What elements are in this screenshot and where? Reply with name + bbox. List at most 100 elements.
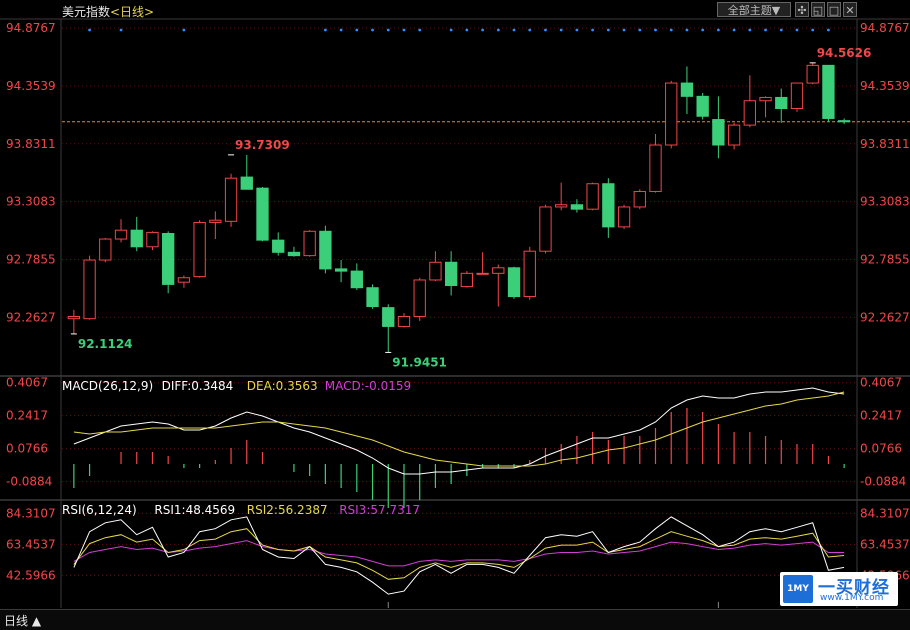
crosshair-icon[interactable]: ✣ [795,2,809,17]
price-y-tick-right: 94.8767 [860,21,910,35]
macd-y-tick-right: 0.2417 [860,409,902,423]
event-marker-dot [764,28,767,32]
candle-body [665,82,678,146]
candle-body [397,315,411,327]
candle-body [837,120,851,123]
candle-body [319,230,332,270]
candle-body [602,183,615,228]
price-y-tick-right: 94.3539 [860,79,910,93]
price-y-tick-left: 94.8767 [6,21,56,35]
candle-body [649,144,662,192]
candle-body [350,270,363,289]
candle-body [460,272,474,288]
macd-y-tick-left: 0.4067 [6,376,48,390]
event-marker-dot [481,28,484,32]
macd-y-tick-left: -0.0884 [6,475,52,489]
watermark-logo-icon: 1MY [783,575,813,603]
event-marker-dot [512,28,516,32]
event-marker-dot [386,28,390,32]
macd-y-tick-left: 0.2417 [6,409,48,423]
event-marker-dot [465,28,469,32]
event-marker-dot [638,28,642,32]
window-icon[interactable]: □ [827,2,841,17]
event-marker-dot [685,28,689,32]
candle-body [492,267,505,274]
rsi-legend-item: RSI1:48.4569 [154,503,235,517]
candle-body [224,177,238,222]
candle-body [413,279,426,317]
candle-body [633,190,646,208]
candle-body [759,96,772,102]
rsi-legend-item: RSI3:57.7317 [339,503,420,517]
event-marker-dot [496,28,500,32]
macd-dea-line [73,391,845,467]
period-label[interactable]: <日线> [110,3,154,20]
event-marker-dot [811,28,815,32]
event-marker-dot [182,28,186,32]
event-marker-dot [418,28,422,32]
bottom-bar: 日线 ▲ [0,609,910,630]
price-y-tick-left: 93.3083 [6,195,56,209]
event-marker-dot [732,28,736,32]
candle-body [114,229,128,240]
restore-icon[interactable]: ◱ [811,2,825,17]
event-marker-dot [622,28,626,32]
macd-legend-item: MACD:-0.0159 [325,379,411,393]
candle-body [790,82,804,110]
event-marker-dot [827,28,830,32]
candle-body [162,233,175,285]
event-marker-dot [449,28,453,32]
candle-body [806,64,819,84]
price-y-tick-right: 93.3083 [860,195,910,209]
instrument-title: 美元指数 [62,5,111,19]
extreme-value-label: 94.5626 [817,46,872,60]
event-marker-dot [779,28,783,32]
price-y-tick-left: 94.3539 [6,79,56,93]
candle-body [570,204,584,210]
event-marker-dot [339,28,343,32]
candle-body [539,206,552,252]
rsi1-line [73,516,845,595]
event-marker-dot [575,28,579,32]
extreme-value-label: 91.9451 [392,355,447,369]
event-marker-dot [795,28,799,32]
price-y-tick-left: 92.7855 [6,252,56,266]
candle-body [507,267,521,298]
event-marker-dot [355,28,359,32]
rsi-legend-item: RSI(6,12,24) [62,503,137,517]
candle-body [287,251,301,257]
macd-y-tick-right: 0.4067 [860,376,902,390]
event-marker-dot [669,28,673,32]
period-tab[interactable]: 日线 ▲ [4,612,41,629]
close-icon[interactable]: ✕ [843,2,857,17]
candle-body [99,238,112,261]
candle-body [177,277,191,283]
price-y-tick-left: 92.2627 [6,310,56,324]
rsi-y-tick-right: 63.4537 [860,537,910,551]
event-marker-dot [528,28,532,32]
extreme-value-label: 92.1124 [78,337,133,351]
event-marker-dot [701,28,705,32]
event-marker-dot [119,28,123,32]
candle-body [696,95,709,117]
candle-body [193,221,206,278]
theme-select-button[interactable]: 全部主题▼ [717,2,791,17]
macd-diff-line [73,387,845,475]
event-marker-dot [654,28,657,32]
macd-legend-item: DIFF:0.3484 [162,379,234,393]
candle-body [382,307,395,327]
event-marker-dot [88,28,91,32]
chart-canvas: 94.8767 94.8767 94.3539 94.3539 93.8311 93.83… [0,18,910,625]
candle-body [366,287,379,308]
event-marker-dot [544,28,547,32]
candle-body [67,315,81,320]
macd-legend-item: MACD(26,12,9) [62,379,153,393]
event-marker-dot [716,28,720,32]
price-y-tick-right: 92.2627 [860,310,910,324]
event-marker-dot [748,28,752,32]
candle-body [617,206,631,228]
candle-body [83,259,96,320]
candle-body [712,119,725,146]
rsi-y-tick-left: 84.3107 [6,506,56,520]
candle-body [429,261,442,281]
